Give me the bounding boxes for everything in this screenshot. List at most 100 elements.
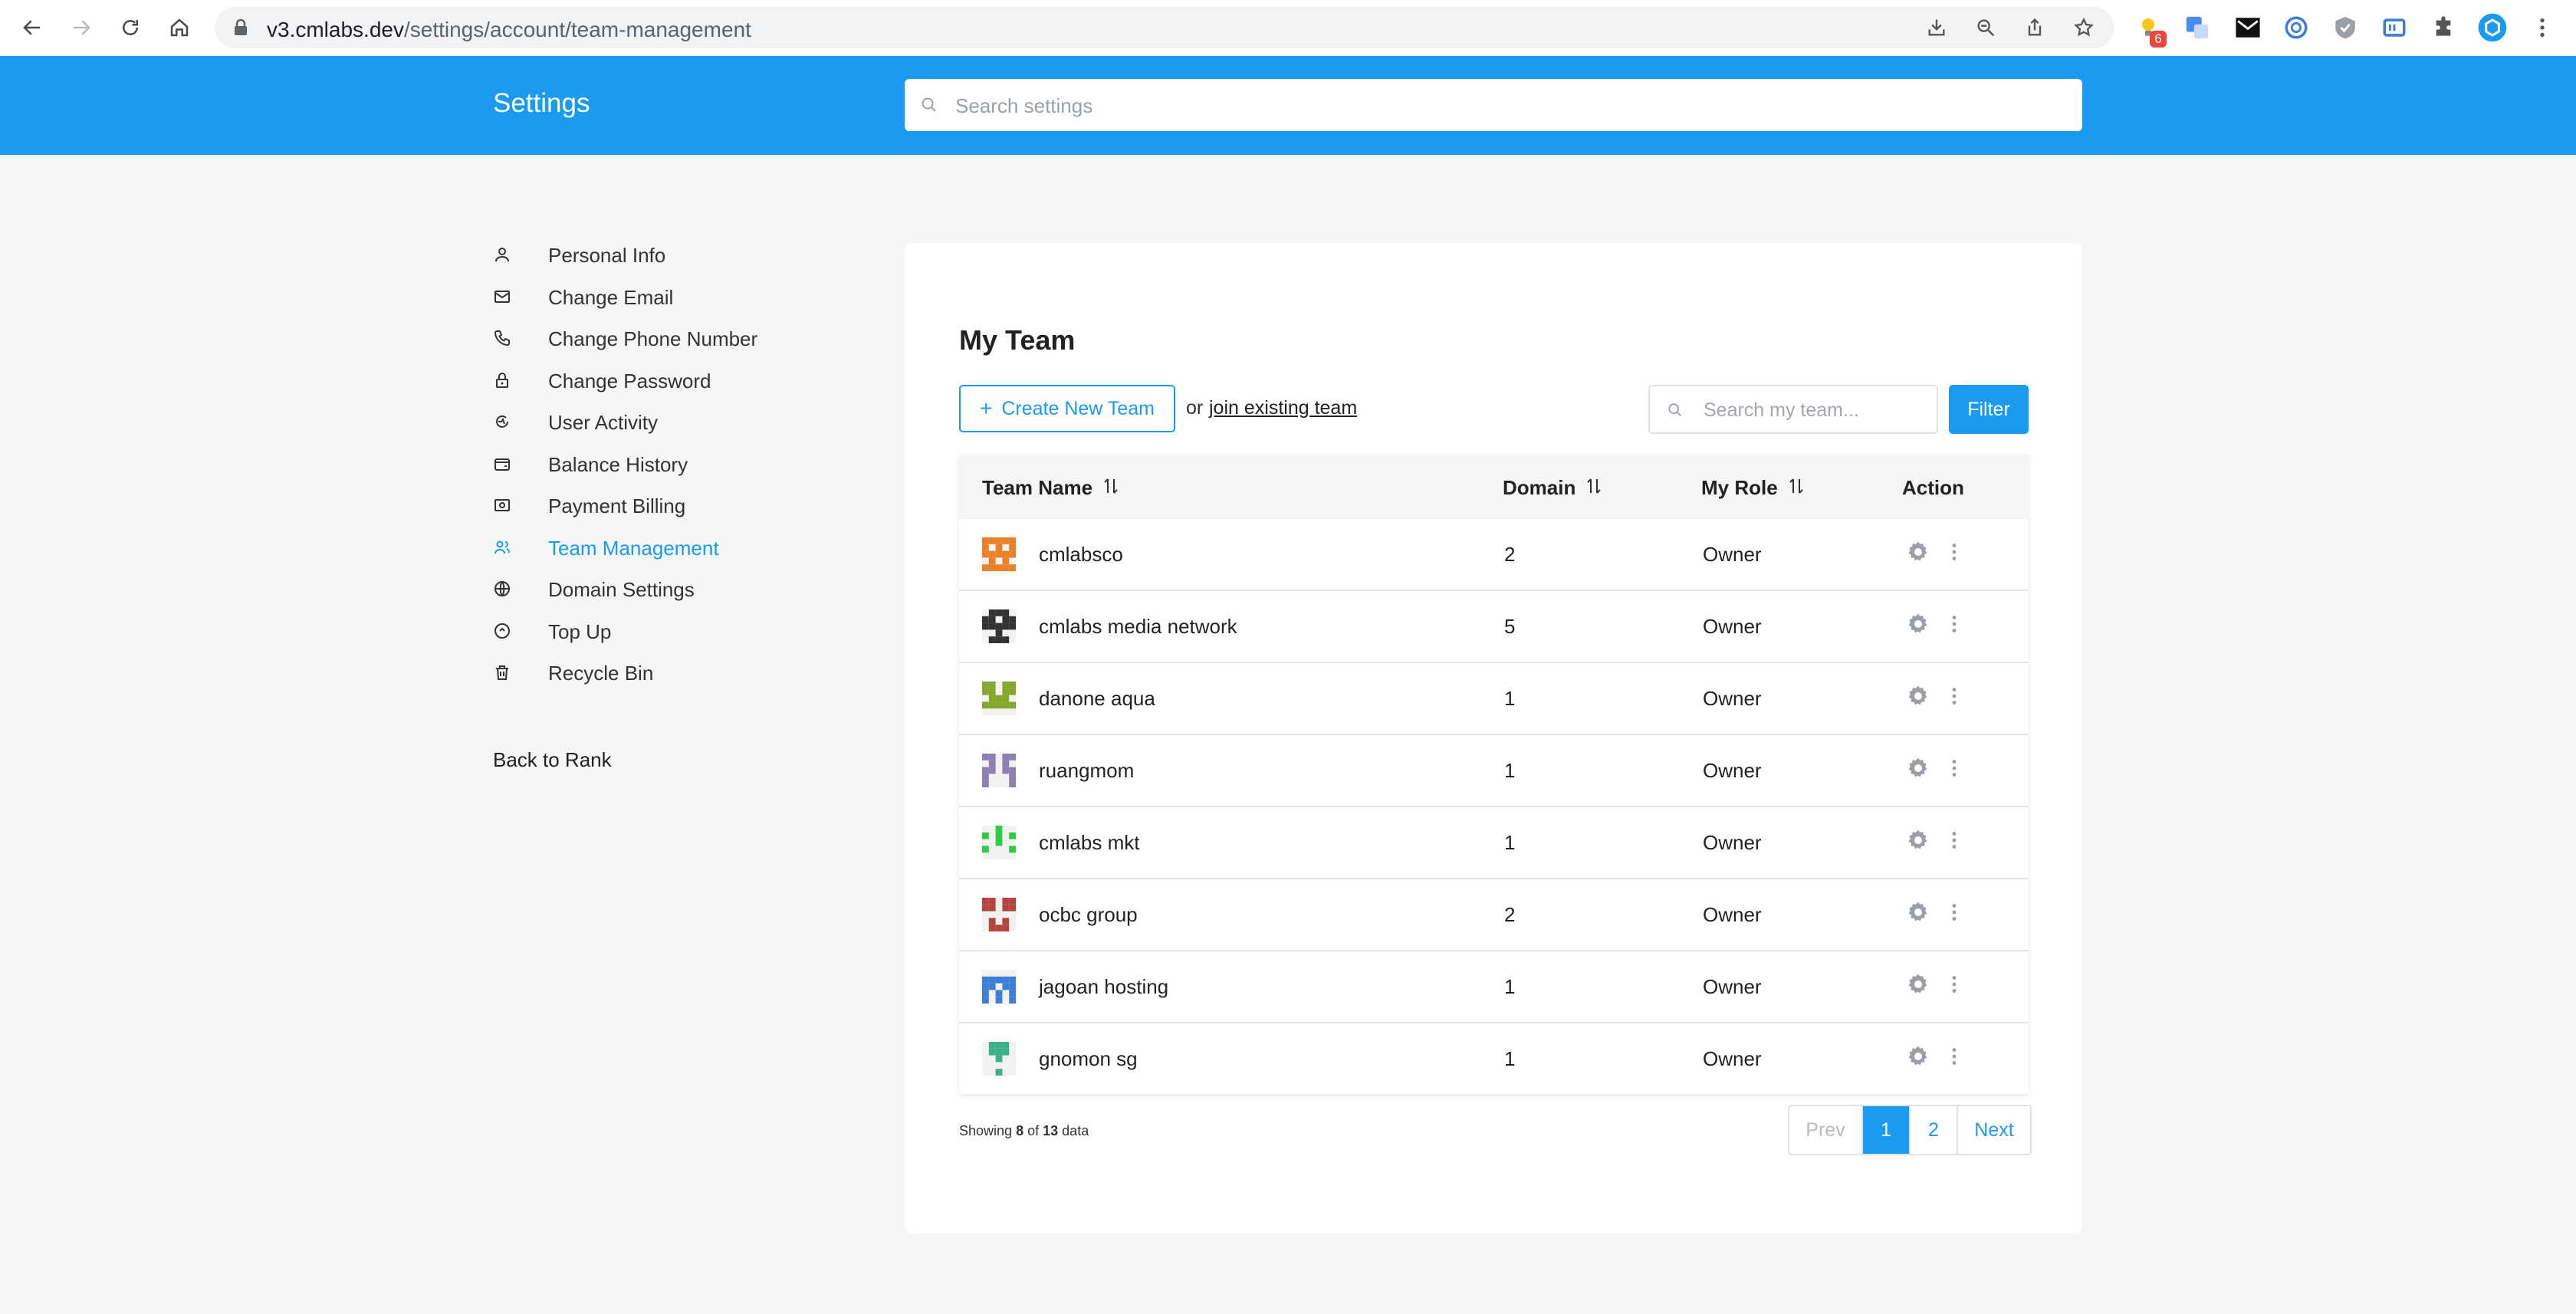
activity-icon (493, 412, 511, 431)
search-icon (1667, 402, 1684, 422)
back-arrow-icon[interactable] (15, 11, 49, 44)
profile-avatar-icon[interactable] (2477, 12, 2508, 43)
sidebar-item-domain-settings[interactable]: Domain Settings (493, 568, 815, 610)
column-team-name[interactable]: Team Name (982, 476, 1119, 500)
join-existing-team-link[interactable]: join existing team (1209, 397, 1357, 419)
team-domain-count: 2 (1504, 903, 1516, 926)
page-2-button[interactable]: 2 (1911, 1106, 1958, 1154)
team-name[interactable]: cmlabs media network (1039, 615, 1237, 639)
team-role: Owner (1703, 543, 1762, 566)
team-domain-count: 1 (1504, 687, 1516, 710)
bookmark-star-icon[interactable] (2073, 17, 2095, 38)
more-vertical-icon[interactable] (1948, 827, 1960, 853)
sidebar-item-personal-info[interactable]: Personal Info (493, 234, 815, 276)
gear-icon[interactable] (1905, 899, 1931, 925)
lightbulb-extension-icon[interactable]: 6 (2133, 12, 2167, 48)
more-vertical-icon[interactable] (1948, 1043, 1960, 1069)
team-name[interactable]: danone aqua (1039, 687, 1155, 711)
settings-search-box[interactable] (905, 79, 2082, 133)
card-title: My Team (959, 324, 1076, 356)
translate-extension-icon[interactable] (2182, 12, 2213, 43)
sidebar-item-team-management[interactable]: Team Management (493, 527, 815, 569)
team-name[interactable]: cmlabsco (1039, 543, 1123, 567)
team-avatar (982, 682, 1016, 715)
shield-extension-icon[interactable] (2330, 12, 2361, 43)
sidebar-item-user-activity[interactable]: User Activity (493, 401, 815, 443)
table-row[interactable]: danone aqua 1 Owner (959, 663, 2029, 735)
settings-search-input[interactable] (954, 79, 2061, 133)
sidebar-item-label: Personal Info (548, 244, 666, 267)
gear-icon[interactable] (1905, 683, 1931, 709)
back-to-rank-link[interactable]: Back to Rank (493, 748, 612, 772)
more-vertical-icon[interactable] (1948, 539, 1960, 565)
phone-icon (493, 329, 511, 347)
table-row[interactable]: ruangmom 1 Owner (959, 735, 2029, 807)
tag-extension-icon[interactable] (2379, 12, 2410, 43)
mail-icon (493, 287, 511, 306)
page-1-button[interactable]: 1 (1863, 1106, 1911, 1154)
team-name[interactable]: cmlabs mkt (1039, 831, 1139, 855)
team-name[interactable]: jagoan hosting (1039, 975, 1168, 999)
sidebar-item-top-up[interactable]: Top Up (493, 610, 815, 652)
gear-icon[interactable] (1905, 611, 1931, 637)
sidebar-item-payment-billing[interactable]: Payment Billing (493, 485, 815, 527)
team-name[interactable]: gnomon sg (1039, 1047, 1138, 1071)
kebab-menu-icon[interactable] (2527, 12, 2558, 43)
address-bar[interactable]: v3.cmlabs.dev/settings/account/team-mana… (215, 7, 2114, 48)
team-search-input[interactable] (1702, 386, 1935, 434)
user-icon (493, 245, 511, 264)
home-icon[interactable] (163, 11, 196, 44)
prev-page-button[interactable]: Prev (1789, 1106, 1863, 1154)
more-vertical-icon[interactable] (1948, 899, 1960, 925)
table-row[interactable]: cmlabs media network 5 Owner (959, 591, 2029, 663)
team-name[interactable]: ocbc group (1039, 903, 1138, 927)
zoom-icon[interactable] (1975, 17, 1996, 38)
filter-button[interactable]: Filter (1949, 385, 2029, 434)
or-text: or (1186, 397, 1204, 419)
sidebar-item-balance-history[interactable]: Balance History (493, 443, 815, 485)
team-role: Owner (1703, 831, 1762, 854)
team-role: Owner (1703, 759, 1762, 782)
gear-icon[interactable] (1905, 827, 1931, 853)
table-row[interactable]: jagoan hosting 1 Owner (959, 951, 2029, 1023)
team-avatar (982, 970, 1016, 1004)
install-app-icon[interactable] (1926, 17, 1947, 38)
extension-badge: 6 (2150, 31, 2167, 48)
team-avatar (982, 826, 1016, 859)
sidebar-item-label: Balance History (548, 452, 688, 476)
reload-icon[interactable] (113, 11, 147, 44)
more-vertical-icon[interactable] (1948, 755, 1960, 781)
settings-sidebar: Personal Info Change Email Change Phone Nu… (493, 234, 815, 694)
plus-icon: + (980, 396, 993, 420)
next-page-button[interactable]: Next (1958, 1106, 2030, 1154)
sidebar-item-recycle-bin[interactable]: Recycle Bin (493, 652, 815, 694)
forward-arrow-icon[interactable] (64, 11, 98, 44)
sidebar-item-change-email[interactable]: Change Email (493, 276, 815, 318)
gear-icon[interactable] (1905, 971, 1931, 997)
table-row[interactable]: ocbc group 2 Owner (959, 879, 2029, 951)
share-icon[interactable] (2024, 17, 2045, 38)
sidebar-item-change-password[interactable]: Change Password (493, 360, 815, 402)
gear-icon[interactable] (1905, 755, 1931, 781)
sort-icon (1789, 476, 1804, 500)
circle-extension-icon[interactable] (2281, 12, 2312, 43)
team-search-box[interactable] (1648, 385, 1938, 434)
table-row[interactable]: cmlabsco 2 Owner (959, 519, 2029, 591)
puzzle-extensions-icon[interactable] (2428, 12, 2459, 43)
gear-icon[interactable] (1905, 1043, 1931, 1069)
gear-icon[interactable] (1905, 539, 1931, 565)
more-vertical-icon[interactable] (1948, 971, 1960, 997)
more-vertical-icon[interactable] (1948, 611, 1960, 637)
create-new-team-button[interactable]: + Create New Team (959, 385, 1175, 432)
sidebar-item-label: Change Phone Number (548, 327, 758, 350)
team-name[interactable]: ruangmom (1039, 759, 1134, 783)
mail-extension-icon[interactable] (2233, 12, 2263, 43)
column-action-label: Action (1902, 476, 1964, 499)
table-row[interactable]: cmlabs mkt 1 Owner (959, 807, 2029, 879)
table-row[interactable]: gnomon sg 1 Owner (959, 1023, 2029, 1094)
column-my-role[interactable]: My Role (1701, 476, 1804, 500)
more-vertical-icon[interactable] (1948, 683, 1960, 709)
showing-count: Showing 8 of 13 data (959, 1123, 1089, 1138)
column-domain[interactable]: Domain (1503, 476, 1602, 500)
sidebar-item-change-phone-number[interactable]: Change Phone Number (493, 317, 815, 360)
